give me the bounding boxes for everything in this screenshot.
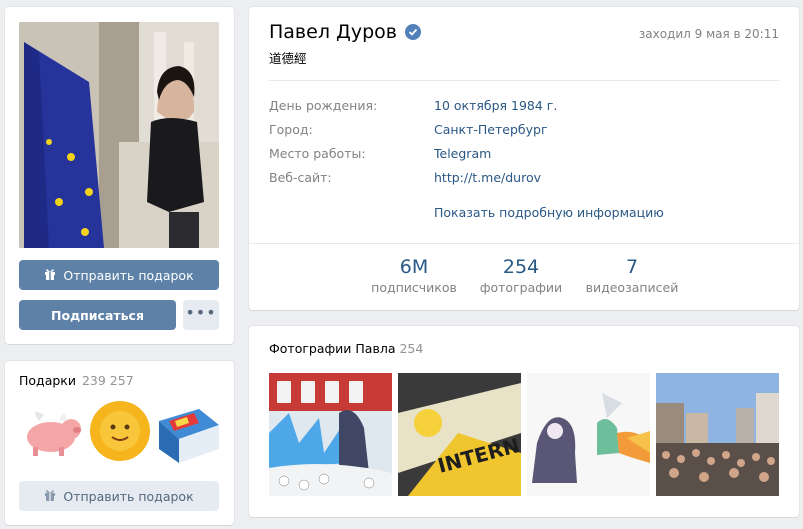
photo-thumbnail[interactable] (527, 373, 650, 496)
stat-label: подписчиков (371, 280, 457, 295)
info-label: Место работы: (269, 146, 366, 161)
stat-number: 6M (399, 256, 429, 278)
stat-label: видеозаписей (585, 280, 679, 295)
photos-header[interactable]: Фотографии Павла 254 (269, 341, 423, 356)
stat-number: 254 (502, 256, 540, 278)
photos-count: 254 (399, 341, 424, 356)
send-gift-button[interactable]: Отправить подарок (19, 260, 219, 290)
gifts-header[interactable]: Подарки 239 257 (19, 373, 134, 388)
info-value-city[interactable]: Санкт-Петербург (434, 122, 548, 137)
subscribe-button[interactable]: Подписаться (19, 300, 176, 330)
gifts-title: Подарки (19, 373, 76, 388)
stat-followers[interactable]: 6M подписчиков (364, 256, 464, 295)
profile-name-row: Павел Дуров (269, 21, 421, 43)
stat-photos[interactable]: 254 фотографии (471, 256, 571, 295)
info-label: Веб-сайт: (269, 170, 332, 185)
divider (249, 243, 799, 244)
profile-status[interactable]: 道德經 (269, 48, 307, 67)
info-value-work[interactable]: Telegram (434, 146, 491, 161)
gifts-list (19, 401, 221, 465)
send-gift-label: Отправить подарок (63, 267, 194, 283)
gifts-card: Подарки 239 257 Отправить подарок (5, 361, 234, 525)
info-value-website[interactable]: http://t.me/durov (434, 170, 541, 185)
stat-label: фотографии (479, 280, 563, 295)
info-label: День рождения: (269, 98, 378, 113)
stat-videos[interactable]: 7 видеозаписей (577, 256, 687, 295)
gifts-count: 239 257 (81, 373, 134, 388)
info-label: Город: (269, 122, 313, 137)
profile-avatar[interactable] (19, 22, 219, 248)
gift-flying-pig-icon (27, 411, 81, 456)
more-actions-button[interactable]: ••• (183, 300, 219, 330)
subscribe-label: Подписаться (51, 307, 144, 323)
verified-icon[interactable] (404, 24, 421, 40)
photo-thumbnail[interactable]: INTERN (398, 373, 521, 496)
divider (269, 80, 779, 81)
profile-avatar-card: Отправить подарок Подписаться ••• (5, 7, 234, 344)
last-seen: заходил 9 мая в 20:11 (638, 27, 779, 41)
gift-icon (44, 489, 56, 504)
photos-card: Фотографии Павла 254 INTERN (249, 326, 799, 517)
gift-box-icon (159, 409, 219, 463)
gift-sun-icon (90, 401, 150, 461)
more-dots-icon: ••• (185, 302, 217, 322)
gift-icon (44, 268, 56, 283)
stat-number: 7 (625, 256, 639, 278)
photos-title: Фотографии Павла (269, 341, 396, 356)
profile-info-card: Павел Дуров 道德經 заходил 9 мая в 20:11 Де… (249, 7, 799, 310)
send-gift-secondary-button[interactable]: Отправить подарок (19, 481, 219, 511)
profile-name: Павел Дуров (269, 21, 397, 43)
send-gift-label: Отправить подарок (63, 488, 194, 504)
photo-thumbnail[interactable] (269, 373, 392, 496)
show-more-info-link[interactable]: Показать подробную информацию (434, 205, 664, 220)
info-value-birthday[interactable]: 10 октября 1984 г. (434, 98, 557, 113)
photo-thumbnail[interactable] (656, 373, 779, 496)
